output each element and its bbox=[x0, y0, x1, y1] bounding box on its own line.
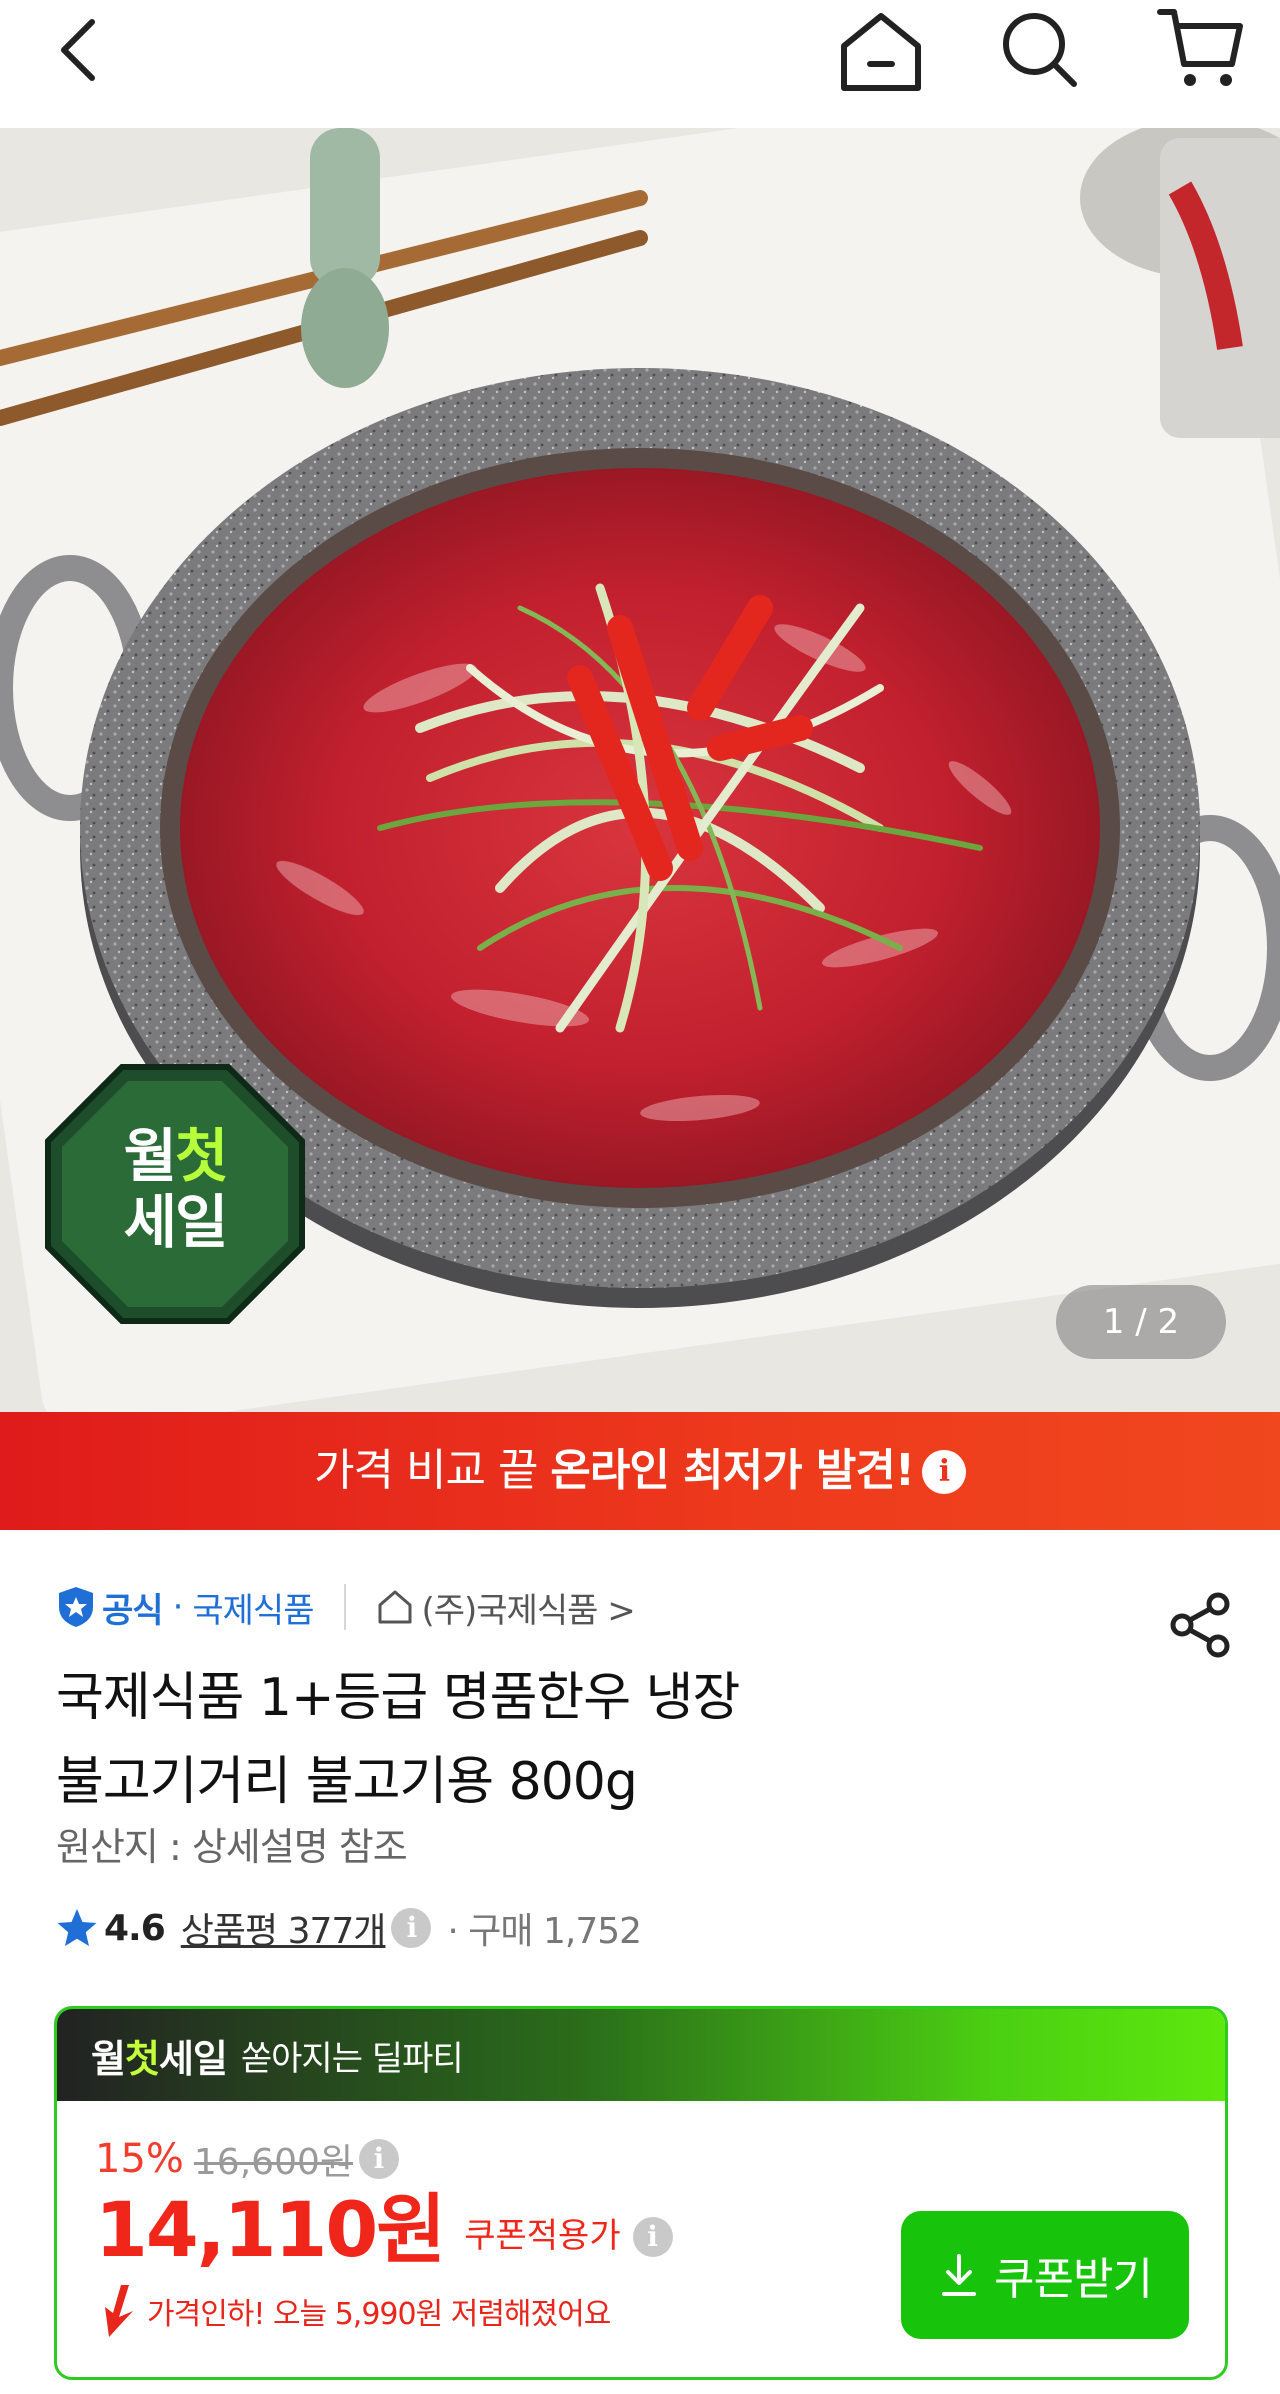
badge-text: 월첫 세일 bbox=[123, 1122, 229, 1256]
rating-row: 4.6 상품평 377개 i · 구매 1,752 bbox=[56, 1900, 642, 1956]
official-shield-icon bbox=[59, 1587, 93, 1627]
star-icon bbox=[57, 1909, 97, 1946]
share-icon[interactable] bbox=[1168, 1592, 1232, 1658]
image-pager: 1 / 2 bbox=[1056, 1285, 1226, 1359]
back-icon[interactable] bbox=[50, 14, 110, 86]
search-icon[interactable] bbox=[998, 8, 1080, 90]
original-price: 16,600원 bbox=[193, 2142, 353, 2183]
banner-highlight: 온라인 최저가 발견! bbox=[550, 1445, 915, 1496]
original-price-info-icon[interactable]: i bbox=[359, 2139, 399, 2179]
price-row: 14,110원 쿠폰적용가 i bbox=[95, 2185, 673, 2275]
sale-price: 14,110원 bbox=[95, 2185, 446, 2274]
store-home-icon bbox=[378, 1590, 411, 1624]
seller-separator: · bbox=[172, 1587, 184, 1627]
review-info-icon[interactable]: i bbox=[391, 1908, 432, 1948]
coupon-price-label: 쿠폰적용가 bbox=[464, 2216, 621, 2256]
get-coupon-button[interactable]: 쿠폰받기 bbox=[901, 2211, 1189, 2339]
deal-subtitle: 쏟아지는 딜파티 bbox=[240, 2038, 464, 2079]
info-icon[interactable]: i bbox=[921, 1450, 966, 1494]
top-nav-bar bbox=[0, 0, 1280, 128]
rating-score: 4.6 bbox=[104, 1907, 166, 1949]
store-name: (주)국제식품 > bbox=[421, 1590, 636, 1631]
product-title-line2: 불고기거리 불고기용 800g bbox=[56, 1752, 638, 1812]
brand-link[interactable]: 국제식품 bbox=[192, 1583, 314, 1632]
product-title-line1: 국제식품 1+등급 명품한우 냉장 bbox=[56, 1668, 740, 1728]
cart-icon[interactable] bbox=[1156, 6, 1246, 92]
deal-header: 월첫세일 쏟아지는 딜파티 bbox=[57, 2009, 1225, 2101]
coupon-button-label: 쿠폰받기 bbox=[994, 2254, 1153, 2305]
purchase-count: · 구매 1,752 bbox=[447, 1911, 642, 1952]
price-card: 월첫세일 쏟아지는 딜파티 15% 16,600원 i 14,110원 쿠폰적용… bbox=[54, 2006, 1228, 2380]
discount-percent: 15% bbox=[95, 2136, 184, 2182]
lowest-price-banner[interactable]: 가격 비교 끝 온라인 최저가 발견! i bbox=[0, 1412, 1280, 1530]
divider bbox=[343, 1584, 346, 1630]
price-down-arrow-icon bbox=[105, 2285, 133, 2337]
product-image-carousel[interactable]: 월첫 세일 1 / 2 bbox=[0, 128, 1280, 1412]
official-label: 공식 bbox=[102, 1590, 164, 1631]
origin-info: 원산지 : 상세설명 참조 bbox=[56, 1825, 408, 1869]
product-title: 국제식품 1+등급 명품한우 냉장 불고기거리 불고기용 800g bbox=[56, 1656, 956, 1824]
price-drop-notice: 가격인하! 오늘 5,990원 저렴해졌어요 bbox=[95, 2283, 611, 2339]
sale-badge: 월첫 세일 bbox=[44, 1063, 306, 1325]
price-drop-text: 가격인하! 오늘 5,990원 저렴해졌어요 bbox=[147, 2297, 611, 2332]
review-count-link[interactable]: 상품평 377개 bbox=[181, 1902, 387, 1954]
store-link[interactable]: (주)국제식품 > bbox=[376, 1583, 636, 1632]
banner-text: 가격 비교 끝 bbox=[314, 1445, 551, 1496]
download-icon bbox=[942, 2254, 977, 2296]
seller-row: 공식 · 국제식품 (주)국제식품 > bbox=[56, 1582, 636, 1632]
home-icon[interactable] bbox=[836, 10, 926, 94]
deal-logo: 월첫세일 bbox=[91, 2036, 228, 2081]
discount-row: 15% 16,600원 i bbox=[95, 2133, 399, 2185]
coupon-price-info-icon[interactable]: i bbox=[632, 2217, 673, 2257]
